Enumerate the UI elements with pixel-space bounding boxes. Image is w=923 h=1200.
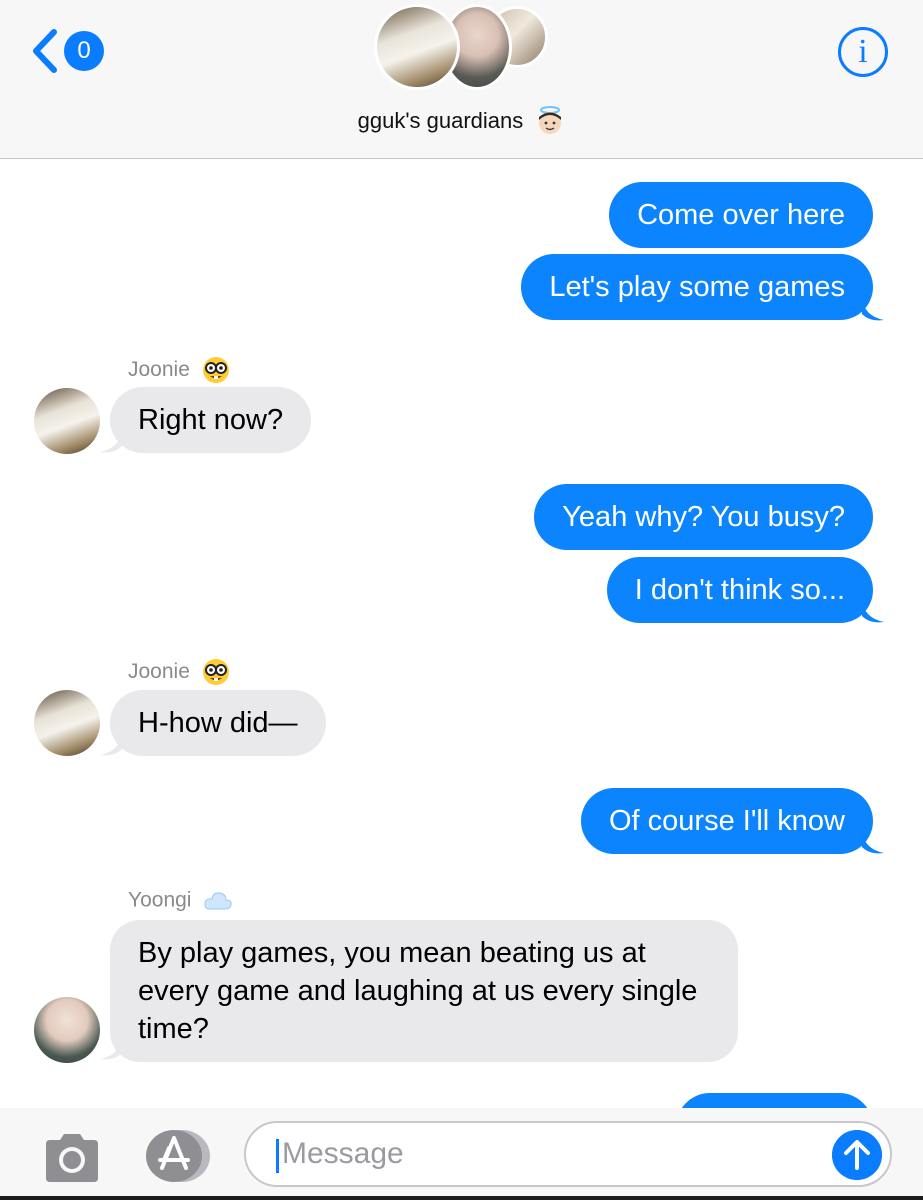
- bottom-edge: [0, 1196, 923, 1200]
- message-text: Let's play some games: [549, 271, 845, 303]
- bubble-tail: [100, 1037, 122, 1060]
- group-name-text: gguk's guardians: [357, 108, 524, 133]
- incoming-message[interactable]: By play games, you mean beating us at ev…: [110, 920, 738, 1062]
- message-text: Of course I'll know: [608, 805, 845, 837]
- avatar: [374, 4, 460, 90]
- message-input[interactable]: Message: [244, 1121, 892, 1187]
- angel-emoji: [539, 106, 562, 134]
- send-arrow-icon[interactable]: [832, 1130, 882, 1180]
- message-placeholder: Message: [282, 1137, 404, 1170]
- sender-name: Yoongi: [128, 888, 233, 912]
- message-text: H-how did—: [138, 707, 298, 739]
- avatar[interactable]: [34, 690, 100, 756]
- text-caret: [276, 1139, 279, 1173]
- avatar[interactable]: [34, 997, 100, 1063]
- message-line: every game and laughing at us every sing…: [138, 975, 698, 1007]
- camera-icon[interactable]: [42, 1130, 102, 1186]
- info-glyph: i: [858, 33, 868, 70]
- outgoing-message[interactable]: Of course I'll know: [580, 788, 873, 854]
- outgoing-message[interactable]: Yeah why? You busy?: [534, 484, 873, 550]
- sender-name: Joonie: [128, 658, 230, 686]
- outgoing-message[interactable]: Come over here: [609, 182, 873, 248]
- outgoing-message[interactable]: Let's play some games: [521, 254, 873, 320]
- incoming-message[interactable]: H-how did—: [110, 690, 326, 756]
- unread-badge: 0: [64, 31, 104, 71]
- avatar[interactable]: [34, 388, 100, 454]
- back-chevron-icon: [33, 29, 57, 73]
- message-text: Come over here: [637, 199, 845, 231]
- bubble-tail: [862, 298, 884, 321]
- bubble-tail: [862, 600, 884, 623]
- outgoing-message[interactable]: I don't think so...: [606, 557, 873, 623]
- bubble-tail: [100, 430, 122, 453]
- message-composer: Message: [0, 1108, 923, 1200]
- back-button[interactable]: 0: [28, 26, 108, 76]
- sender-name: Joonie: [128, 356, 230, 384]
- message-line: time?: [138, 1013, 209, 1045]
- conversation-header: 0 gguk's guardians i: [0, 0, 923, 159]
- app-store-icon[interactable]: [142, 1128, 214, 1184]
- message-text: Right now?: [138, 404, 284, 436]
- bubble-tail: [862, 831, 884, 854]
- nerd-face-emoji: [202, 357, 229, 383]
- message-line: By play games, you mean beating us at: [138, 937, 646, 969]
- cloud-emoji: [204, 892, 232, 910]
- message-text: Yeah why? You busy?: [562, 501, 845, 533]
- bubble-tail: [100, 733, 122, 756]
- nerd-face-emoji: [202, 659, 229, 685]
- message-text: I don't think so...: [634, 574, 845, 606]
- group-name[interactable]: gguk's guardians: [0, 106, 923, 136]
- incoming-message[interactable]: Right now?: [110, 387, 312, 453]
- group-avatars[interactable]: [374, 4, 549, 90]
- info-icon[interactable]: i: [838, 27, 888, 77]
